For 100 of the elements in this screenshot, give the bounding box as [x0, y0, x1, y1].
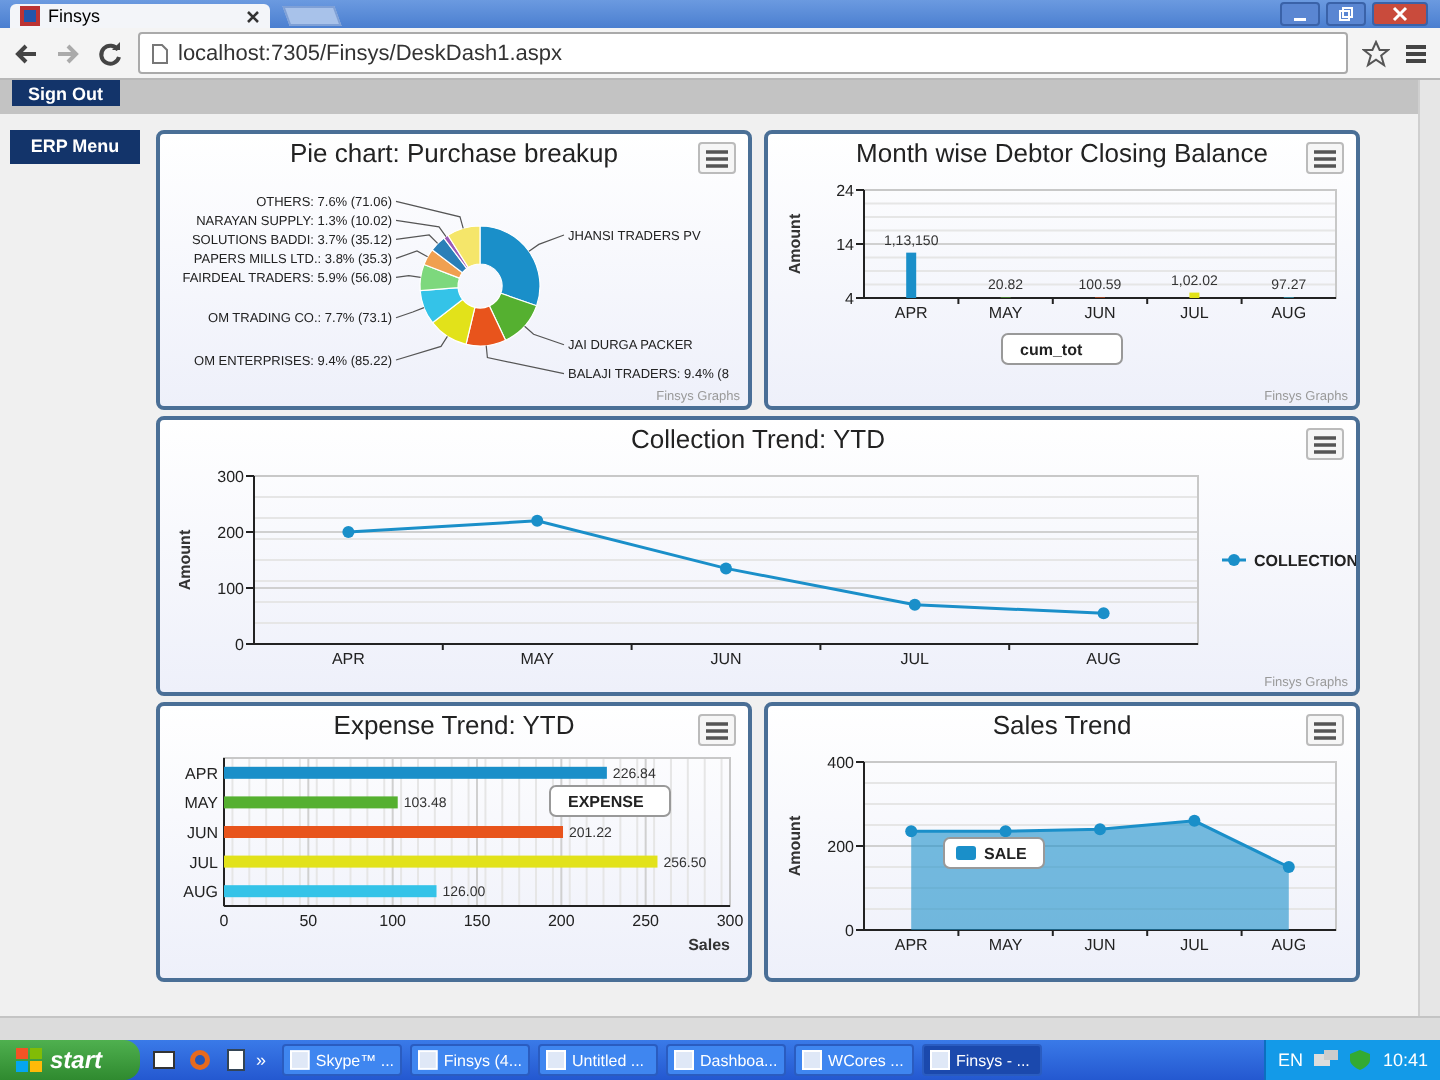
axis-label: JUL [1180, 936, 1209, 954]
taskbar-button[interactable]: Finsys (4... [410, 1044, 531, 1076]
tick-label: 0 [219, 912, 229, 930]
pie-slice[interactable] [431, 237, 468, 274]
chart-legend[interactable]: cum_tot [1001, 333, 1123, 365]
data-point[interactable] [720, 562, 732, 575]
axis-label: JUN [710, 650, 742, 668]
data-point[interactable] [1282, 861, 1295, 873]
new-tab-button[interactable] [282, 6, 342, 26]
star-icon[interactable] [1362, 39, 1390, 67]
desktop-icon[interactable] [152, 1048, 176, 1072]
document-icon[interactable] [224, 1048, 248, 1072]
axis-label: AUG [1271, 304, 1307, 322]
forward-icon[interactable] [54, 39, 82, 67]
bar[interactable] [224, 796, 398, 809]
taskbar-button[interactable]: WCores ... [794, 1044, 915, 1076]
tick-label: 250 [632, 912, 660, 930]
overflow-chevron[interactable]: » [256, 1050, 267, 1070]
axis-label: MAY [988, 936, 1023, 954]
close-icon[interactable] [246, 9, 260, 23]
axis-label: AUG [183, 883, 218, 902]
menu-icon [706, 149, 728, 167]
pie-slice[interactable] [431, 298, 476, 345]
axis-label: JUL [189, 853, 218, 872]
data-point[interactable] [342, 526, 355, 538]
minimize-button[interactable] [1280, 2, 1320, 26]
data-point[interactable] [531, 514, 544, 527]
menu-icon [1314, 721, 1336, 739]
pie-slice[interactable] [423, 249, 464, 279]
windows-flag-icon [16, 1048, 42, 1072]
back-icon[interactable] [12, 39, 40, 67]
tick-label: 400 [827, 754, 854, 772]
pie-slice[interactable] [419, 287, 464, 324]
erp-menu-button[interactable]: ERP Menu [10, 129, 140, 163]
bar[interactable] [224, 766, 607, 779]
taskbar-button[interactable]: Untitled ... [538, 1044, 659, 1076]
axis-label: AUG [1271, 936, 1307, 954]
clock[interactable]: 10:41 [1382, 1050, 1428, 1070]
axis-label: AUG [1086, 650, 1121, 668]
bar[interactable] [1189, 292, 1200, 298]
tick-label: 200 [827, 838, 854, 856]
chart-menu-button[interactable] [698, 714, 736, 746]
window-icon [546, 1050, 567, 1070]
axis-label: JUL [1180, 304, 1209, 322]
language-indicator[interactable]: EN [1277, 1050, 1303, 1070]
data-point[interactable] [1097, 607, 1110, 620]
reload-icon[interactable] [96, 39, 124, 67]
menu-icon[interactable] [1404, 41, 1428, 65]
data-point[interactable] [908, 598, 921, 611]
horizontal-scrollbar[interactable] [0, 1016, 1440, 1040]
axis-title: Amount [176, 529, 194, 591]
menu-icon [706, 721, 728, 739]
restore-button[interactable] [1326, 2, 1366, 26]
app-icon [20, 6, 40, 26]
window-icon [418, 1050, 438, 1070]
chart-legend[interactable]: EXPENSE [549, 785, 671, 817]
pie-slice[interactable] [479, 225, 541, 307]
start-button[interactable]: start [0, 1040, 140, 1080]
axis-label: JUN [186, 824, 218, 842]
close-button[interactable] [1372, 2, 1428, 26]
data-point[interactable] [1188, 814, 1201, 827]
taskbar-button[interactable]: Dashboa... [666, 1044, 787, 1076]
window-icon [290, 1050, 310, 1070]
window-icon [930, 1050, 951, 1070]
data-point[interactable] [905, 825, 918, 838]
leader-line [395, 275, 422, 278]
taskbar-button[interactable]: Skype™ ... [282, 1044, 403, 1076]
data-point[interactable] [1094, 823, 1106, 836]
address-field[interactable]: localhost:7305/Finsys/DeskDash1.aspx [138, 32, 1348, 74]
axis-label: MAY [520, 650, 554, 668]
tick-label: 0 [845, 922, 854, 940]
window-icon [802, 1050, 823, 1070]
pie-slice[interactable] [447, 225, 481, 269]
network-icon[interactable] [1314, 1050, 1339, 1070]
pie-slice[interactable] [419, 263, 461, 292]
chart-menu-button[interactable] [698, 142, 736, 174]
pie-slice[interactable] [488, 292, 538, 341]
axis-title: Sales [688, 936, 730, 954]
chart-menu-button[interactable] [1306, 714, 1344, 746]
chart-legend[interactable]: COLLECTION [1222, 552, 1356, 570]
menu-icon [1314, 435, 1336, 453]
axis-label: MAY [988, 304, 1023, 322]
menu-icon [1314, 149, 1336, 167]
sign-out-button[interactable]: Sign Out [12, 80, 119, 106]
restore-icon [1338, 6, 1354, 22]
axis-label: APR [185, 764, 218, 783]
browser-tab[interactable]: Finsys [10, 4, 270, 28]
window-icon [674, 1050, 695, 1070]
bar[interactable] [906, 252, 917, 298]
browser-icon[interactable] [188, 1048, 212, 1072]
leader-line [395, 335, 448, 361]
chart-menu-button[interactable] [1306, 428, 1344, 460]
chart-menu-button[interactable] [1306, 142, 1344, 174]
taskbar-button[interactable]: Finsys - ... [922, 1044, 1043, 1076]
vertical-scrollbar[interactable] [1418, 80, 1440, 1016]
axis-label: APR [894, 936, 928, 954]
pie-slice[interactable] [465, 305, 507, 347]
chart-legend[interactable]: SALE [943, 837, 1045, 869]
leader-line [528, 234, 565, 252]
data-point[interactable] [999, 825, 1012, 838]
